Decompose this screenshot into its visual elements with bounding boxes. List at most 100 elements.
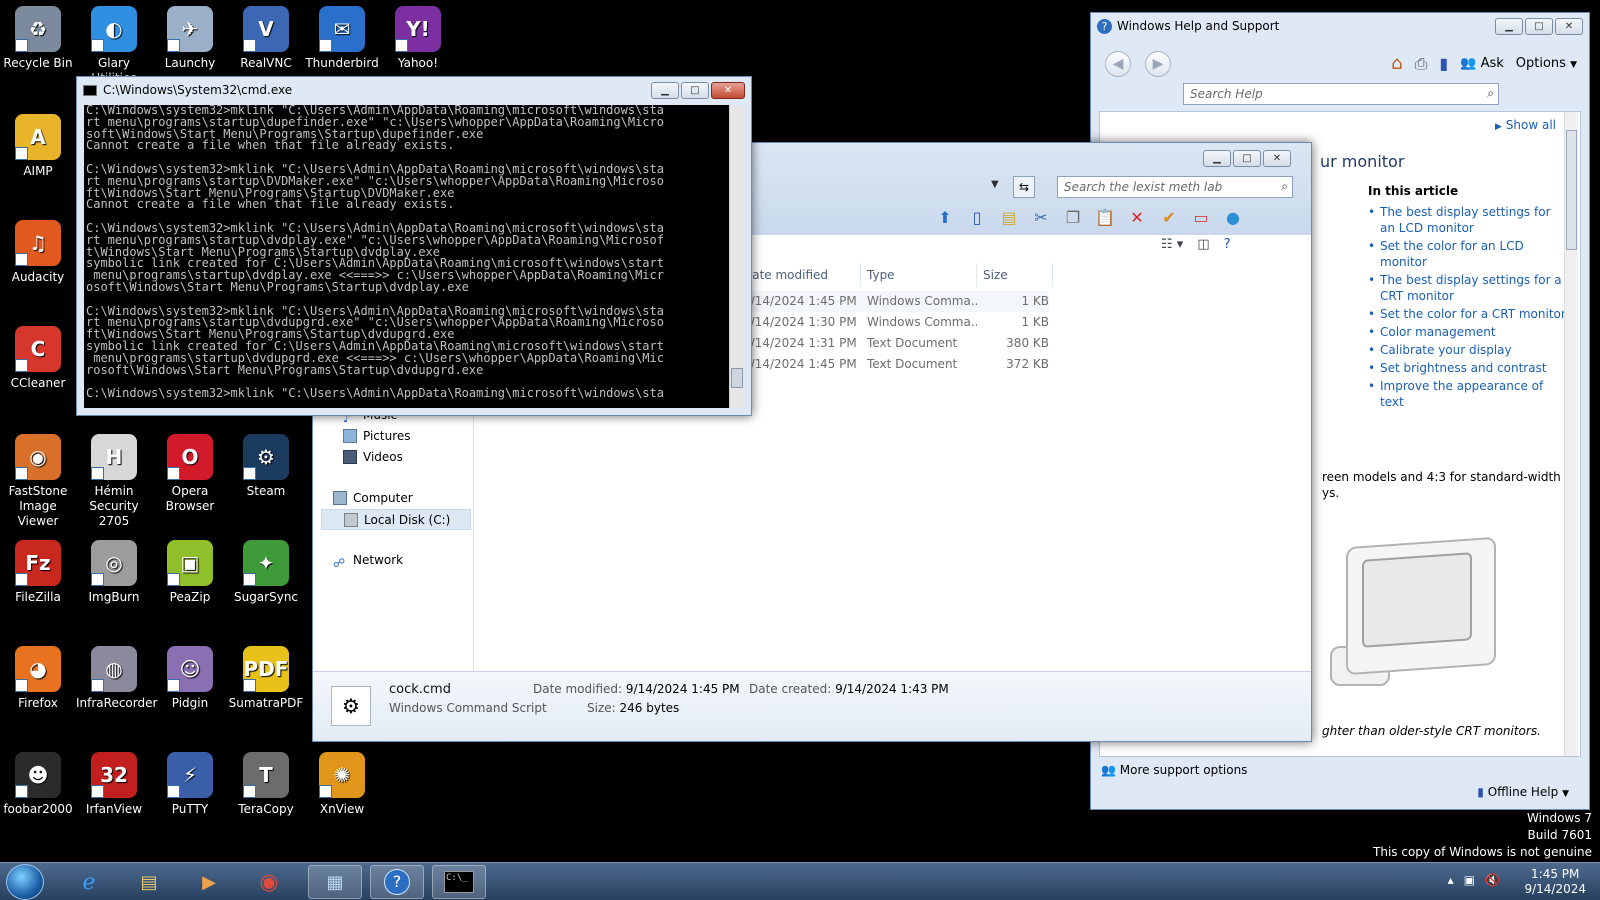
article-link[interactable]: Set brightness and contrast bbox=[1368, 360, 1568, 376]
search-icon[interactable]: ⌕ bbox=[1487, 86, 1494, 101]
table-row[interactable]: 9/14/2024 1:30 PM Windows Comma... 1 KB bbox=[743, 312, 1049, 333]
taskbar-clock[interactable]: 1:45 PM 9/14/2024 bbox=[1524, 867, 1586, 897]
cut-icon[interactable]: ✂ bbox=[1029, 205, 1053, 229]
desktop-icon[interactable]: 32 IrfanView bbox=[76, 752, 152, 817]
start-button[interactable] bbox=[6, 864, 44, 900]
desktop-icon[interactable]: ◐Glary Utilities bbox=[76, 6, 152, 86]
desktop-icon[interactable]: ✺ XnView bbox=[304, 752, 380, 817]
taskbar-chrome-icon[interactable]: ◉ bbox=[242, 865, 296, 899]
offline-help-button[interactable]: ▮ Offline Help ▼ bbox=[1477, 785, 1569, 799]
help-scrollbar[interactable] bbox=[1564, 112, 1578, 756]
column-date-modified[interactable]: Date modified bbox=[743, 263, 861, 287]
article-link[interactable]: Calibrate your display bbox=[1368, 342, 1568, 358]
article-link[interactable]: The best display settings for a CRT moni… bbox=[1368, 272, 1568, 304]
taskbar-help-icon[interactable]: ? bbox=[370, 865, 424, 899]
help-home-icon[interactable]: ⌂ bbox=[1391, 53, 1402, 74]
desktop-icon[interactable]: C CCleaner bbox=[0, 326, 76, 391]
desktop-icon[interactable]: O Opera Browser bbox=[152, 434, 228, 514]
taskbar-control-panel-icon[interactable]: ▦ bbox=[308, 865, 362, 899]
desktop-icon[interactable]: ◕ Firefox bbox=[0, 646, 76, 711]
globe-icon[interactable]: ● bbox=[1221, 205, 1245, 229]
article-link[interactable]: The best display settings for an LCD mon… bbox=[1368, 204, 1568, 236]
refresh-icon[interactable]: ⇆ bbox=[1013, 176, 1035, 198]
explorer-search-input[interactable]: Search the lexist meth lab ⌕ bbox=[1057, 176, 1293, 198]
folder-pane-icon[interactable]: ▯ bbox=[965, 205, 989, 229]
help-print-icon[interactable]: ⎙ bbox=[1415, 54, 1428, 74]
help-back-button[interactable]: ◀ bbox=[1105, 51, 1131, 77]
address-dropdown-icon[interactable]: ▼ bbox=[991, 179, 999, 190]
nav-item-network[interactable]: ☍ Network bbox=[321, 550, 471, 571]
desktop-icon[interactable]: V RealVNC bbox=[228, 6, 304, 71]
table-row[interactable]: 9/14/2024 1:45 PM Windows Comma... 1 KB bbox=[743, 291, 1049, 312]
desktop-icon[interactable]: ▣ PeaZip bbox=[152, 540, 228, 605]
tray-expand-icon[interactable]: ▴ bbox=[1448, 873, 1454, 887]
cmd-close-button[interactable]: ✕ bbox=[711, 82, 745, 99]
more-support-link[interactable]: 👥 More support options bbox=[1101, 763, 1247, 777]
desktop-icon[interactable]: ✦ SugarSync bbox=[228, 540, 304, 605]
nav-item-local-disk[interactable]: Local Disk (C:) bbox=[321, 509, 471, 530]
column-size[interactable]: Size bbox=[977, 263, 1053, 287]
show-all-link[interactable]: ▶ Show all bbox=[1495, 118, 1556, 132]
article-link[interactable]: Set the color for an LCD monitor bbox=[1368, 238, 1568, 270]
desktop-icon[interactable]: ◍ InfraRecorder bbox=[76, 646, 157, 711]
article-link[interactable]: Improve the appearance of text bbox=[1368, 378, 1568, 410]
desktop-icon[interactable]: ◉ FastStone Image Viewer bbox=[0, 434, 76, 529]
nav-item-pictures[interactable]: Pictures bbox=[321, 426, 471, 447]
cmd-window[interactable]: C:\Windows\System32\cmd.exe ▁ □ ✕ C:\Win… bbox=[76, 76, 752, 416]
preview-pane-icon[interactable]: ◫ bbox=[1197, 237, 1209, 252]
folder-options-icon[interactable]: ▤ bbox=[997, 205, 1021, 229]
view-options-icon[interactable]: ☷ ▾ bbox=[1161, 237, 1183, 252]
help-options-button[interactable]: Options ▼ bbox=[1516, 56, 1577, 71]
paste-icon[interactable]: 📋 bbox=[1093, 205, 1117, 229]
desktop-icon[interactable]: T TeraCopy bbox=[228, 752, 304, 817]
copy-icon[interactable]: ❐ bbox=[1061, 205, 1085, 229]
explorer-minimize-button[interactable]: ▁ bbox=[1203, 150, 1231, 167]
table-row[interactable]: 9/14/2024 1:31 PM Text Document 380 KB bbox=[743, 333, 1049, 354]
desktop-icon[interactable]: ☺ Pidgin bbox=[152, 646, 228, 711]
desktop-icon[interactable]: ✈ Launchy bbox=[152, 6, 228, 71]
desktop-icon[interactable]: Fz FileZilla bbox=[0, 540, 76, 605]
article-link[interactable]: Set the color for a CRT monitor bbox=[1368, 306, 1568, 322]
help-icon[interactable]: ? bbox=[1224, 237, 1231, 252]
desktop-icon[interactable]: ♻ Recycle Bin bbox=[0, 6, 76, 71]
up-folder-icon[interactable]: ⬆ bbox=[933, 205, 957, 229]
delete-icon[interactable]: ✕ bbox=[1125, 205, 1149, 229]
help-ask-button[interactable]: 👥 Ask bbox=[1460, 56, 1504, 71]
explorer-close-button[interactable]: ✕ bbox=[1263, 150, 1291, 167]
taskbar-ie-icon[interactable]: ℯ bbox=[62, 865, 116, 899]
help-browse-icon[interactable]: ▮ bbox=[1439, 54, 1448, 73]
column-type[interactable]: Type bbox=[861, 263, 977, 287]
desktop-icon[interactable]: ☻ foobar2000 bbox=[0, 752, 76, 817]
help-maximize-button[interactable]: □ bbox=[1525, 18, 1553, 35]
cmd-maximize-button[interactable]: □ bbox=[681, 82, 709, 99]
search-icon[interactable]: ⌕ bbox=[1281, 179, 1288, 194]
help-minimize-button[interactable]: ▁ bbox=[1495, 18, 1523, 35]
rename-icon[interactable]: ✔ bbox=[1157, 205, 1181, 229]
taskbar-explorer-icon[interactable]: ▤ bbox=[122, 865, 176, 899]
properties-icon[interactable]: ▭ bbox=[1189, 205, 1213, 229]
desktop-icon[interactable]: ⚙ Steam bbox=[228, 434, 304, 499]
help-search-input[interactable]: Search Help ⌕ bbox=[1183, 83, 1499, 105]
cmd-minimize-button[interactable]: ▁ bbox=[651, 82, 679, 99]
desktop-icon[interactable]: ⚡ PuTTY bbox=[152, 752, 228, 817]
desktop-icon[interactable]: A AIMP bbox=[0, 114, 76, 179]
cmd-title-bar[interactable]: C:\Windows\System32\cmd.exe bbox=[77, 77, 751, 103]
tray-network-icon[interactable]: ▣ bbox=[1464, 873, 1475, 887]
desktop-icon[interactable]: ♫ Audacity bbox=[0, 220, 76, 285]
help-forward-button[interactable]: ▶ bbox=[1145, 51, 1171, 77]
cmd-scrollbar[interactable] bbox=[729, 105, 744, 408]
desktop-icon[interactable]: H Hémin Security 2705 bbox=[76, 434, 152, 529]
article-link[interactable]: Color management bbox=[1368, 324, 1568, 340]
help-close-button[interactable]: ✕ bbox=[1555, 18, 1583, 35]
taskbar-cmd-icon[interactable]: C:\_ bbox=[432, 865, 486, 899]
nav-item-videos[interactable]: Videos bbox=[321, 447, 471, 468]
tray-volume-icon[interactable]: 🔇 bbox=[1485, 873, 1500, 887]
desktop-icon[interactable]: Y! Yahoo! bbox=[380, 6, 456, 71]
desktop-icon[interactable]: PDF SumatraPDF bbox=[228, 646, 304, 711]
desktop-icon[interactable]: ◎ ImgBurn bbox=[76, 540, 152, 605]
explorer-maximize-button[interactable]: □ bbox=[1233, 150, 1261, 167]
table-row[interactable]: 9/14/2024 1:45 PM Text Document 372 KB bbox=[743, 354, 1049, 375]
taskbar-media-player-icon[interactable]: ▶ bbox=[182, 865, 236, 899]
desktop-icon[interactable]: ✉ Thunderbird bbox=[304, 6, 380, 71]
console-output[interactable]: C:\Windows\system32>mklink "C:\Users\Adm… bbox=[84, 105, 729, 408]
